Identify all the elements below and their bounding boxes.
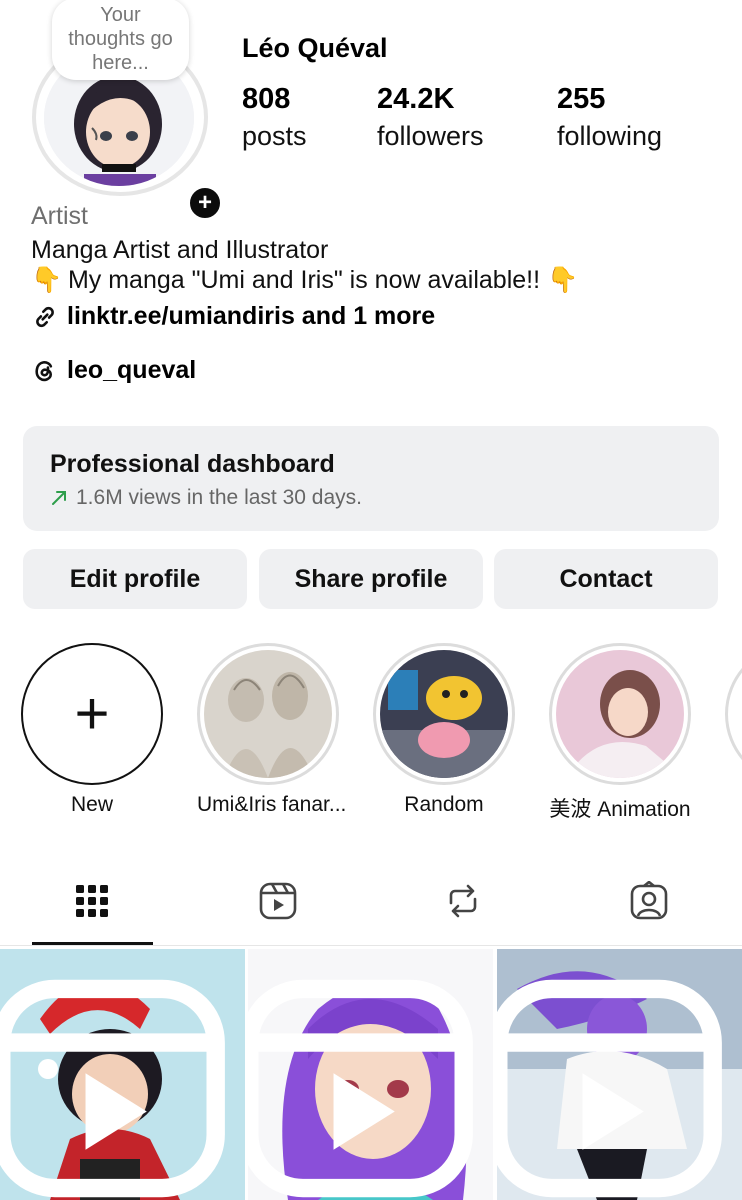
highlight-minami-animation[interactable]: 美波 Animation bbox=[549, 643, 691, 823]
highlight-label: 美波 Animation bbox=[549, 798, 691, 821]
stat-following[interactable]: 255 following bbox=[557, 82, 662, 156]
tab-grid[interactable] bbox=[32, 860, 152, 942]
highlight-ring bbox=[725, 643, 742, 785]
threads-link[interactable]: leo_queval bbox=[31, 356, 196, 385]
new-highlight-circle: + bbox=[21, 643, 163, 785]
profile-username: Léo Quéval bbox=[242, 33, 388, 63]
stat-posts[interactable]: 808 posts bbox=[242, 82, 307, 156]
profile-category: Artist bbox=[31, 202, 88, 230]
highlight-cover bbox=[380, 650, 508, 778]
bio-line-2: 👇 My manga "Umi and Iris" is now availab… bbox=[31, 266, 579, 295]
bio-line-1: Manga Artist and Illustrator bbox=[31, 236, 329, 264]
bio-line-2-text: My manga "Umi and Iris" is now available… bbox=[67, 266, 541, 294]
reel-badge-icon bbox=[497, 979, 722, 1198]
stat-following-label: following bbox=[557, 121, 663, 151]
trend-up-icon bbox=[52, 491, 66, 505]
reel-badge-icon bbox=[248, 979, 473, 1198]
contact-button[interactable]: Contact bbox=[494, 549, 718, 609]
grid-icon bbox=[76, 885, 108, 917]
bio-link-text: linktr.ee/umiandiris and 1 more bbox=[67, 302, 436, 330]
active-tab-indicator bbox=[32, 942, 153, 945]
highlight-cover-illustration bbox=[204, 650, 332, 778]
thought-bubble[interactable]: Your thoughts go here... bbox=[52, 0, 189, 80]
professional-dashboard[interactable]: Professional dashboard 1.6M views in the… bbox=[23, 426, 719, 531]
tab-reposts[interactable] bbox=[403, 860, 523, 942]
reel-badge-icon bbox=[0, 979, 225, 1198]
pointing-down-emoji: 👇 bbox=[547, 266, 579, 294]
highlight-ring bbox=[197, 643, 339, 785]
threads-icon bbox=[35, 360, 53, 381]
reels-icon bbox=[259, 882, 297, 920]
thought-placeholder: Your thoughts go here... bbox=[68, 4, 173, 74]
highlight-ring bbox=[549, 643, 691, 785]
highlight-umi-iris-fanart[interactable]: Umi&Iris fanar... bbox=[197, 643, 347, 817]
post-tile[interactable] bbox=[497, 949, 742, 1200]
highlight-label: New bbox=[70, 793, 113, 816]
post-tile[interactable] bbox=[0, 949, 245, 1200]
dashboard-title: Professional dashboard bbox=[50, 450, 335, 478]
stat-followers-label: followers bbox=[377, 121, 484, 151]
dashboard-subtitle: 1.6M views in the last 30 days. bbox=[50, 486, 362, 510]
add-story-button[interactable]: + bbox=[187, 185, 223, 221]
share-profile-button[interactable]: Share profile bbox=[259, 549, 483, 609]
link-icon bbox=[36, 306, 54, 327]
reposts-icon bbox=[449, 884, 477, 918]
plus-icon: + bbox=[74, 680, 110, 747]
stat-posts-label: posts bbox=[242, 121, 307, 151]
bio-link[interactable]: linktr.ee/umiandiris and 1 more bbox=[31, 302, 435, 331]
dashboard-views-text: 1.6M views in the last 30 days. bbox=[76, 486, 362, 509]
stat-followers[interactable]: 24.2K followers bbox=[377, 82, 484, 156]
plus-icon: + bbox=[197, 189, 212, 216]
highlight-ring bbox=[373, 643, 515, 785]
highlight-overflow[interactable] bbox=[725, 643, 742, 785]
tab-reels[interactable] bbox=[218, 860, 338, 942]
highlight-cover-illustration bbox=[556, 650, 684, 778]
highlight-label: Random bbox=[404, 793, 484, 816]
highlight-cover bbox=[556, 650, 684, 778]
highlight-cover-illustration bbox=[380, 650, 508, 778]
edit-profile-button[interactable]: Edit profile bbox=[23, 549, 247, 609]
stat-posts-value: 808 bbox=[242, 83, 291, 115]
stat-following-value: 255 bbox=[557, 83, 606, 115]
threads-handle: leo_queval bbox=[67, 356, 197, 384]
highlight-new[interactable]: + New bbox=[21, 643, 163, 817]
pointing-down-emoji: 👇 bbox=[31, 266, 63, 294]
profile-tabs bbox=[0, 860, 742, 946]
highlight-label: Umi&Iris fanar... bbox=[197, 793, 347, 816]
post-grid bbox=[0, 949, 742, 1200]
post-tile[interactable] bbox=[248, 949, 493, 1200]
highlight-cover bbox=[204, 650, 332, 778]
highlight-random[interactable]: Random bbox=[373, 643, 515, 817]
tagged-icon bbox=[630, 881, 668, 920]
stat-followers-value: 24.2K bbox=[377, 83, 455, 115]
tab-tagged[interactable] bbox=[589, 860, 709, 942]
